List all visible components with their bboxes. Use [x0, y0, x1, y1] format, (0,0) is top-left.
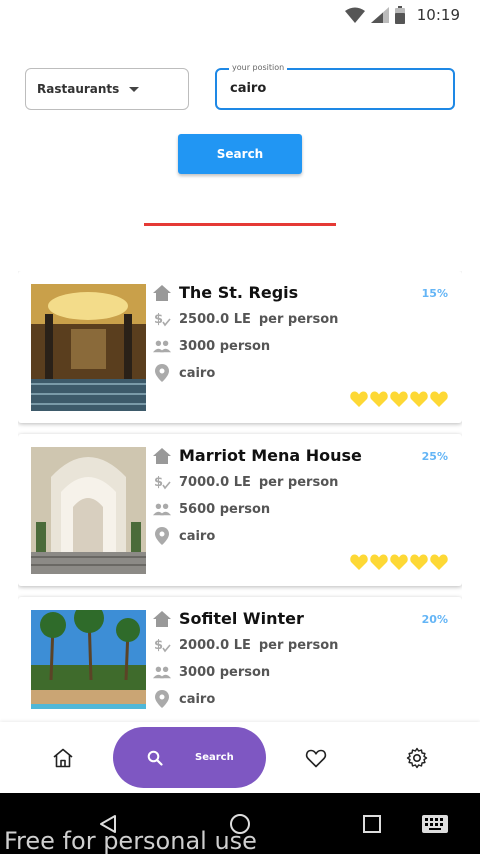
heart-icon [410, 554, 428, 570]
place-name: Sofitel Winter [179, 609, 304, 628]
place-image [31, 610, 146, 709]
nav-search[interactable]: Search [113, 727, 266, 788]
people-icon [153, 663, 171, 681]
heart-icon [305, 749, 327, 768]
heart-icon [430, 391, 448, 407]
rating-hearts [350, 391, 448, 407]
people-icon [153, 337, 171, 355]
discount-badge: 15% [421, 287, 448, 300]
nav-search-label: Search [195, 752, 234, 763]
place-price-row: $ 2000.0 LE per person [153, 636, 338, 654]
place-capacity-row: 5600 person [153, 500, 270, 518]
place-location-row: cairo [153, 690, 215, 708]
money-icon: $ [153, 636, 171, 654]
place-location-row: cairo [153, 527, 215, 545]
watermark: Free for personal use [4, 827, 257, 854]
place-capacity: 5600 person [179, 501, 271, 517]
place-name: The St. Regis [179, 283, 299, 302]
status-bar: 10:19 [0, 0, 480, 32]
place-card[interactable]: Sofitel Winter $ 2000.0 LE per person 30… [18, 597, 462, 709]
search-icon [147, 750, 163, 766]
position-label: your position [229, 63, 288, 72]
heart-icon [370, 391, 388, 407]
place-name: Marriot Mena House [179, 446, 362, 465]
dropdown-caret-icon [129, 86, 140, 92]
bottom-nav: Search [0, 722, 480, 793]
home-icon [53, 748, 73, 768]
keyboard-icon[interactable] [422, 815, 448, 833]
heart-icon [370, 554, 388, 570]
nav-favorites[interactable] [304, 746, 328, 770]
position-input[interactable] [230, 81, 440, 96]
home-icon [153, 610, 171, 628]
results-list[interactable]: The St. Regis $ 2500.0 LE per person 300… [18, 271, 462, 709]
place-price-unit: per person [258, 637, 339, 653]
place-card[interactable]: Marriot Mena House $ 7000.0 LE per perso… [18, 434, 462, 586]
category-value: Rastaurants [37, 82, 120, 96]
place-title-row: Marriot Mena House [153, 446, 362, 465]
category-dropdown[interactable]: Rastaurants [25, 68, 189, 110]
people-icon [153, 500, 171, 518]
discount-badge: 20% [421, 613, 448, 626]
filter-row: Rastaurants your position [25, 63, 455, 110]
place-location-row: cairo [153, 364, 215, 382]
place-price-row: $ 2500.0 LE per person [153, 310, 338, 328]
place-capacity-row: 3000 person [153, 337, 270, 355]
money-icon: $ [153, 310, 171, 328]
svg-text:$: $ [154, 638, 163, 653]
heart-icon [350, 391, 368, 407]
place-capacity: 3000 person [179, 338, 271, 354]
discount-badge: 25% [421, 450, 448, 463]
money-icon: $ [153, 473, 171, 491]
place-price-unit: per person [258, 311, 339, 327]
place-title-row: Sofitel Winter [153, 609, 304, 628]
svg-text:$: $ [154, 312, 163, 327]
home-icon [153, 284, 171, 302]
status-time: 10:19 [416, 6, 460, 24]
place-price-row: $ 7000.0 LE per person [153, 473, 338, 491]
position-field[interactable]: your position [215, 63, 455, 110]
place-price: 2000.0 LE [179, 637, 251, 653]
place-location: cairo [179, 528, 216, 544]
heart-icon [430, 554, 448, 570]
nav-settings[interactable] [405, 746, 429, 770]
recents-icon[interactable] [363, 815, 381, 833]
place-title-row: The St. Regis [153, 283, 298, 302]
place-location: cairo [179, 691, 216, 707]
heart-icon [390, 554, 408, 570]
place-card[interactable]: The St. Regis $ 2500.0 LE per person 300… [18, 271, 462, 423]
signal-icon [370, 7, 389, 23]
rating-hearts [350, 554, 448, 570]
search-button[interactable]: Search [178, 134, 302, 174]
location-pin-icon [153, 690, 171, 708]
place-image [31, 447, 146, 574]
place-price-unit: per person [258, 474, 339, 490]
section-divider [144, 223, 336, 226]
place-location: cairo [179, 365, 216, 381]
place-price: 7000.0 LE [179, 474, 251, 490]
wifi-icon [344, 7, 365, 23]
place-price: 2500.0 LE [179, 311, 251, 327]
svg-text:$: $ [154, 475, 163, 490]
nav-home[interactable] [51, 746, 75, 770]
place-capacity-row: 3000 person [153, 663, 270, 681]
gear-icon [406, 747, 428, 769]
heart-icon [350, 554, 368, 570]
location-pin-icon [153, 364, 171, 382]
home-icon [153, 447, 171, 465]
heart-icon [410, 391, 428, 407]
battery-icon [394, 6, 405, 24]
location-pin-icon [153, 527, 171, 545]
place-image [31, 284, 146, 411]
place-capacity: 3000 person [179, 664, 271, 680]
heart-icon [390, 391, 408, 407]
